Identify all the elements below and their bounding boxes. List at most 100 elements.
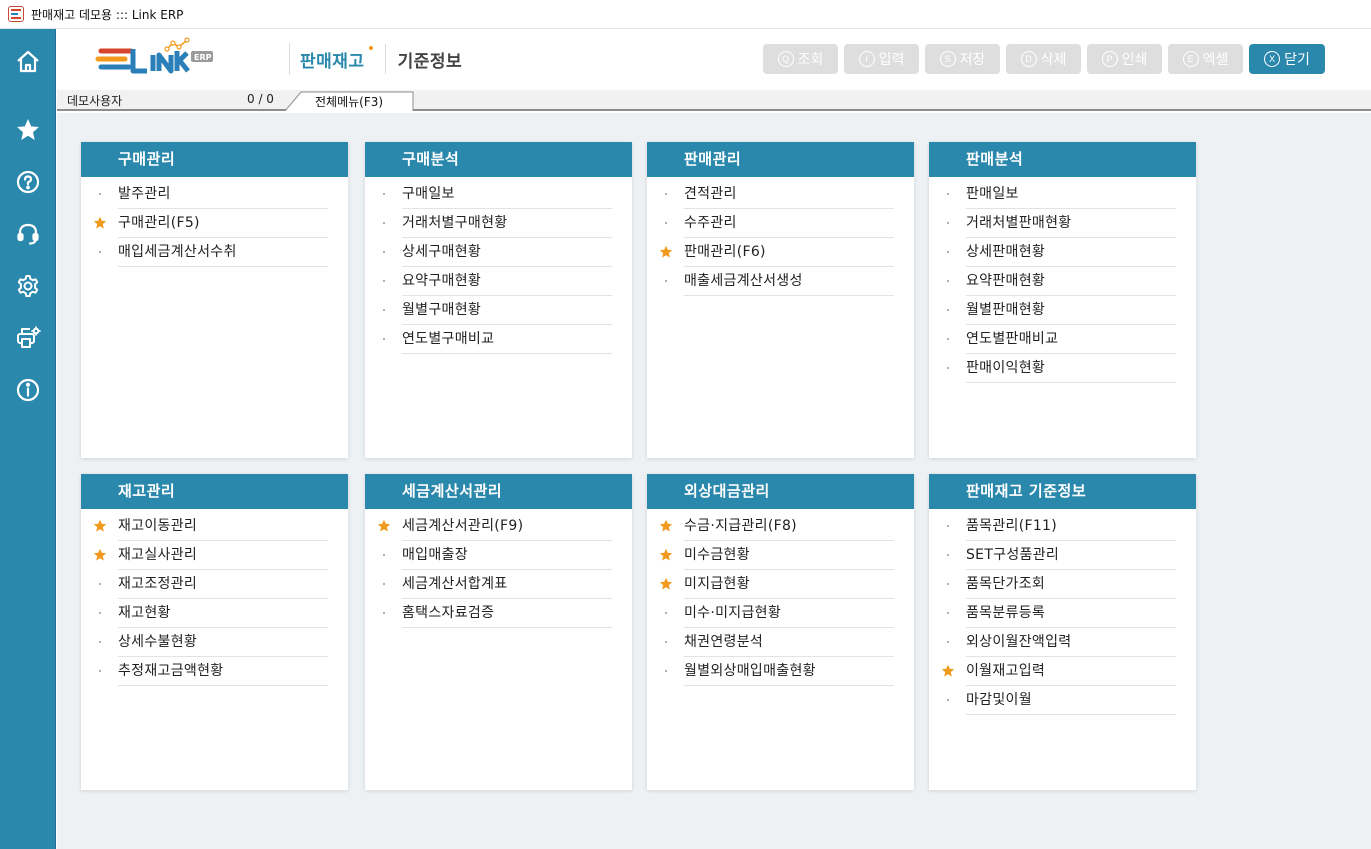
menu-item[interactable]: 재고조정관리 <box>81 570 348 599</box>
favorite-star-icon[interactable] <box>93 216 107 230</box>
menu-item-label[interactable]: 재고조정관리 <box>118 570 328 599</box>
menu-item-label[interactable]: 미지급현황 <box>684 570 894 599</box>
star-icon[interactable] <box>0 108 56 152</box>
favorite-star-icon[interactable] <box>93 548 107 562</box>
tab-all-menu[interactable]: 전체메뉴(F3) <box>285 91 415 111</box>
menu-item-label[interactable]: 채권연령분석 <box>684 628 894 657</box>
toolbar-button-p[interactable]: P 인쇄 <box>1087 44 1162 74</box>
menu-item[interactable]: 매출세금계산서생성 <box>647 267 914 296</box>
menu-item[interactable]: 판매관리(F6) <box>647 238 914 267</box>
menu-item-label[interactable]: 수금·지급관리(F8) <box>684 512 894 541</box>
menu-item-label[interactable]: 요약판매현황 <box>966 267 1176 296</box>
menu-item-label[interactable]: 월별외상매입매출현황 <box>684 657 894 686</box>
menu-item-label[interactable]: 이월재고입력 <box>966 657 1176 686</box>
menu-item-label[interactable]: 매출세금계산서생성 <box>684 267 894 296</box>
menu-item[interactable]: 견적관리 <box>647 180 914 209</box>
menu-item[interactable]: 매입세금계산서수취 <box>81 238 348 267</box>
menu-item-label[interactable]: 미수·미지급현황 <box>684 599 894 628</box>
menu-item[interactable]: 수금·지급관리(F8) <box>647 512 914 541</box>
help-icon[interactable] <box>0 160 56 204</box>
menu-item[interactable]: 상세판매현황 <box>929 238 1196 267</box>
toolbar-button-e[interactable]: E 엑셀 <box>1168 44 1243 74</box>
menu-item[interactable]: 품목관리(F11) <box>929 512 1196 541</box>
favorite-star-icon[interactable] <box>659 245 673 259</box>
menu-item[interactable]: 재고실사관리 <box>81 541 348 570</box>
menu-item-label[interactable]: 매입세금계산서수취 <box>118 238 328 267</box>
menu-item-label[interactable]: 월별구매현황 <box>402 296 612 325</box>
home-icon[interactable] <box>0 40 56 84</box>
menu-item-label[interactable]: 재고실사관리 <box>118 541 328 570</box>
menu-item[interactable]: 월별외상매입매출현황 <box>647 657 914 686</box>
menu-item[interactable]: 거래처별판매현황 <box>929 209 1196 238</box>
menu-item-label[interactable]: 견적관리 <box>684 180 894 209</box>
menu-item-label[interactable]: 미수금현황 <box>684 541 894 570</box>
menu-item-label[interactable]: 품목관리(F11) <box>966 512 1176 541</box>
menu-item[interactable]: 외상이월잔액입력 <box>929 628 1196 657</box>
gear-icon[interactable] <box>0 264 56 308</box>
favorite-star-icon[interactable] <box>941 664 955 678</box>
menu-item-label[interactable]: 세금계산서합계표 <box>402 570 612 599</box>
favorite-star-icon[interactable] <box>377 519 391 533</box>
menu-item[interactable]: 월별판매현황 <box>929 296 1196 325</box>
menu-item-label[interactable]: 상세수불현황 <box>118 628 328 657</box>
menu-item[interactable]: 미수·미지급현황 <box>647 599 914 628</box>
menu-item[interactable]: 구매일보 <box>365 180 632 209</box>
menu-item[interactable]: 이월재고입력 <box>929 657 1196 686</box>
menu-item-label[interactable]: 세금계산서관리(F9) <box>402 512 612 541</box>
menu-item-label[interactable]: 구매관리(F5) <box>118 209 328 238</box>
menu-item-label[interactable]: 상세구매현황 <box>402 238 612 267</box>
menu-item[interactable]: 수주관리 <box>647 209 914 238</box>
menu-item-label[interactable]: 판매일보 <box>966 180 1176 209</box>
menu-item[interactable]: 홈택스자료검증 <box>365 599 632 628</box>
toolbar-button-x[interactable]: X 닫기 <box>1249 44 1325 74</box>
menu-item[interactable]: 구매관리(F5) <box>81 209 348 238</box>
menu-item[interactable]: 연도별구매비교 <box>365 325 632 354</box>
favorite-star-icon[interactable] <box>659 548 673 562</box>
menu-item-label[interactable]: 판매이익현황 <box>966 354 1176 383</box>
menu-item-label[interactable]: 품목분류등록 <box>966 599 1176 628</box>
menu-item[interactable]: 판매이익현황 <box>929 354 1196 383</box>
toolbar-button-i[interactable]: I 입력 <box>844 44 919 74</box>
menu-item-label[interactable]: 월별판매현황 <box>966 296 1176 325</box>
menu-item[interactable]: 품목분류등록 <box>929 599 1196 628</box>
menu-item[interactable]: 미수금현황 <box>647 541 914 570</box>
menu-item-label[interactable]: 거래처별판매현황 <box>966 209 1176 238</box>
menu-item-label[interactable]: 재고현황 <box>118 599 328 628</box>
menu-item[interactable]: 재고현황 <box>81 599 348 628</box>
menu-item-label[interactable]: 상세판매현황 <box>966 238 1176 267</box>
menu-item-label[interactable]: 매입매출장 <box>402 541 612 570</box>
menu-item-label[interactable]: 거래처별구매현황 <box>402 209 612 238</box>
menu-item[interactable]: 상세구매현황 <box>365 238 632 267</box>
favorite-star-icon[interactable] <box>93 519 107 533</box>
menu-item[interactable]: 미지급현황 <box>647 570 914 599</box>
menu-item[interactable]: 추정재고금액현황 <box>81 657 348 686</box>
menu-item[interactable]: 발주관리 <box>81 180 348 209</box>
menu-item[interactable]: 상세수불현황 <box>81 628 348 657</box>
headset-icon[interactable] <box>0 212 56 256</box>
menu-item[interactable]: 세금계산서합계표 <box>365 570 632 599</box>
menu-item-label[interactable]: 연도별판매비교 <box>966 325 1176 354</box>
menu-item[interactable]: 판매일보 <box>929 180 1196 209</box>
toolbar-button-d[interactable]: D 삭제 <box>1006 44 1081 74</box>
menu-item-label[interactable]: 구매일보 <box>402 180 612 209</box>
menu-item-label[interactable]: 추정재고금액현황 <box>118 657 328 686</box>
menu-item-label[interactable]: SET구성품관리 <box>966 541 1176 570</box>
toolbar-button-s[interactable]: S 저장 <box>925 44 1000 74</box>
menu-item[interactable]: 채권연령분석 <box>647 628 914 657</box>
menu-item[interactable]: 매입매출장 <box>365 541 632 570</box>
menu-item-label[interactable]: 발주관리 <box>118 180 328 209</box>
favorite-star-icon[interactable] <box>659 519 673 533</box>
menu-item[interactable]: 품목단가조회 <box>929 570 1196 599</box>
menu-item[interactable]: 세금계산서관리(F9) <box>365 512 632 541</box>
menu-item-label[interactable]: 연도별구매비교 <box>402 325 612 354</box>
menu-item-label[interactable]: 품목단가조회 <box>966 570 1176 599</box>
menu-item-label[interactable]: 외상이월잔액입력 <box>966 628 1176 657</box>
toolbar-button-q[interactable]: Q 조회 <box>763 44 838 74</box>
menu-item-label[interactable]: 판매관리(F6) <box>684 238 894 267</box>
info-icon[interactable] <box>0 368 56 412</box>
menu-item[interactable]: 요약구매현황 <box>365 267 632 296</box>
printer-settings-icon[interactable] <box>0 316 56 360</box>
menu-item-label[interactable]: 마감및이월 <box>966 686 1176 715</box>
menu-item[interactable]: 요약판매현황 <box>929 267 1196 296</box>
menu-item[interactable]: 마감및이월 <box>929 686 1196 715</box>
